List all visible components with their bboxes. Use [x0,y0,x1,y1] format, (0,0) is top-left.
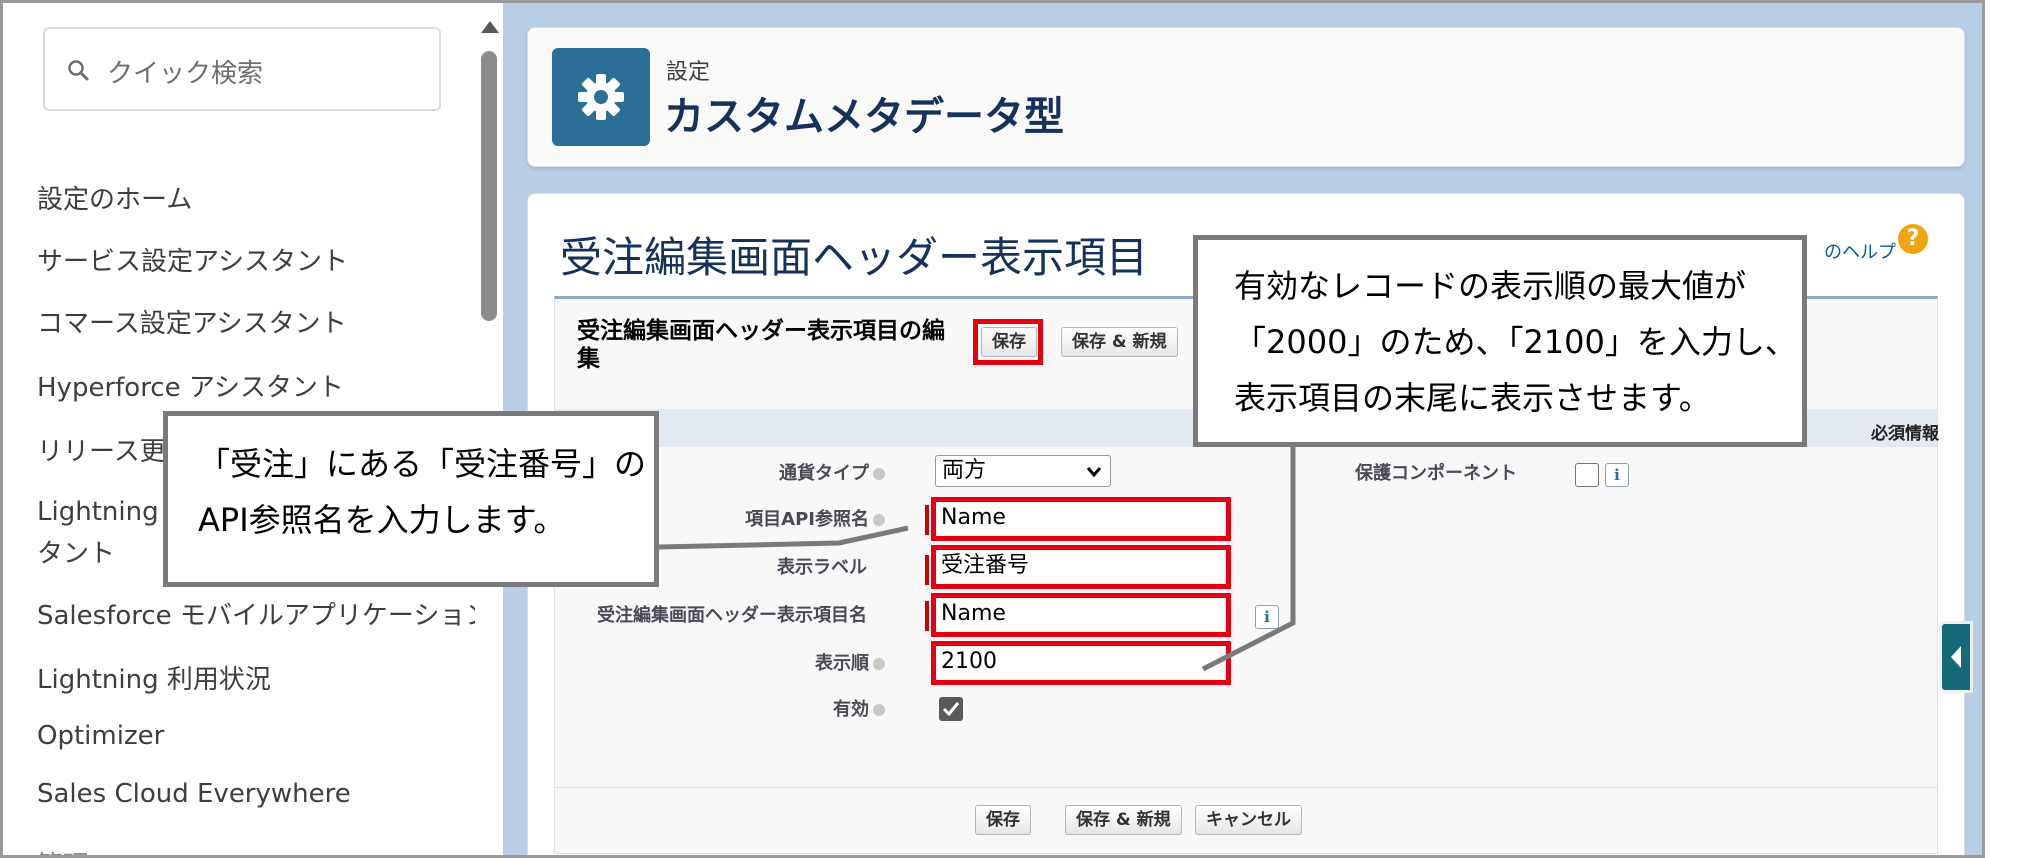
chevron-left-icon [1951,646,1961,668]
help-dot-icon [873,704,885,716]
annotation-callout-api-name: 「受注」にある「受注番号」の API参照名を入力します。 [163,411,659,587]
callout-line: 有効なレコードの表示順の最大値が [1234,267,1747,305]
search-icon [68,60,89,81]
breadcrumb[interactable]: 設定 [666,54,710,86]
page-header: 設定 カスタムメタデータ型 [527,27,1965,167]
callout-line: 「受注」にある「受注番号」の [198,445,647,483]
required-indicator [925,505,929,535]
display-order-label: 表示順 [815,649,885,675]
header-title: カスタムメタデータ型 [664,94,1064,140]
currency-type-label: 通貨タイプ [779,459,885,485]
sidebar-item-salesforce-mobile[interactable]: Salesforce モバイルアプリケーション [37,595,491,632]
sidebar-item-lightning-experience[interactable]: Lightning E [37,497,183,527]
sidebar-item-commerce-setup-assistant[interactable]: コマース設定アシスタント [37,303,347,340]
active-label: 有効 [833,695,885,721]
active-checkbox[interactable] [939,697,963,721]
collapse-panel-tab[interactable] [1939,621,1973,693]
scroll-up-arrow-icon[interactable] [481,21,499,33]
required-indicator [925,601,929,631]
cancel-button[interactable]: キャンセル [1195,805,1302,835]
divider [555,787,1937,788]
header-item-name-highlight [931,593,1231,637]
sidebar-item-hyperforce-assistant[interactable]: Hyperforce アシスタント [37,367,344,404]
sidebar-item-lightning-experience-cont[interactable]: タント [37,533,115,570]
save-new-button-bottom[interactable]: 保存 & 新規 [1065,805,1182,835]
help-dot-icon [873,468,885,480]
checkmark-icon [942,702,960,717]
api-name-highlight [931,497,1231,541]
callout-line: 「2000」のため、「2100」を入力し、 [1234,323,1797,361]
required-indicator [925,555,929,585]
display-order-highlight [931,641,1231,685]
sidebar-scroll-thumb[interactable] [481,51,497,321]
sidebar-item-lightning-usage[interactable]: Lightning 利用状況 [37,659,271,696]
info-icon[interactable]: i [1605,463,1629,487]
save-new-button-top[interactable]: 保存 & 新規 [1061,327,1178,357]
quick-search-input[interactable]: クイック検索 [43,27,441,111]
currency-type-select[interactable]: 両方 [935,455,1111,487]
display-label-label: 表示ラベル [777,557,867,578]
page-title: 受注編集画面ヘッダー表示項目 [560,233,1149,282]
api-name-label: 項目API参照名 [745,505,885,531]
required-info-label: 必須情報 [1871,424,1939,444]
callout-line: 表示項目の末尾に表示させます。 [1234,379,1711,417]
chevron-down-icon [1086,467,1102,478]
sidebar-item-setup-home[interactable]: 設定のホーム [37,179,192,216]
sidebar-item-release-updates[interactable]: リリース更 [37,431,166,468]
sidebar-item-sales-cloud-everywhere[interactable]: Sales Cloud Everywhere [37,779,351,809]
help-link[interactable]: のヘルプ [1824,238,1896,264]
sidebar-section-admin: 管理 [37,845,89,855]
callout-line: API参照名を入力します。 [198,501,566,539]
help-dot-icon [873,514,885,526]
edit-form-title: 受注編集画面ヘッダー表示項目の編集 [577,318,945,372]
currency-type-value: 両方 [942,458,987,483]
info-icon[interactable]: i [1255,605,1279,629]
annotation-callout-display-order: 有効なレコードの表示順の最大値が 「2000」のため、「2100」を入力し、 表… [1193,235,1807,447]
search-placeholder: クイック検索 [107,59,264,89]
gear-icon [552,48,650,146]
protected-component-label: 保護コンポーネント [1355,463,1517,484]
save-button-highlight [973,319,1043,365]
save-button-bottom[interactable]: 保存 [975,805,1031,835]
display-label-highlight [931,545,1231,589]
sidebar-item-service-setup-assistant[interactable]: サービス設定アシスタント [37,241,348,278]
help-dot-icon [873,658,885,670]
app-window: クイック検索 設定のホーム サービス設定アシスタント コマース設定アシスタント … [0,0,1985,858]
header-item-name-label: 受注編集画面ヘッダー表示項目名 [597,605,867,626]
sidebar-item-optimizer[interactable]: Optimizer [37,721,164,751]
protected-component-checkbox[interactable] [1575,463,1599,487]
help-icon[interactable]: ? [1898,224,1928,254]
